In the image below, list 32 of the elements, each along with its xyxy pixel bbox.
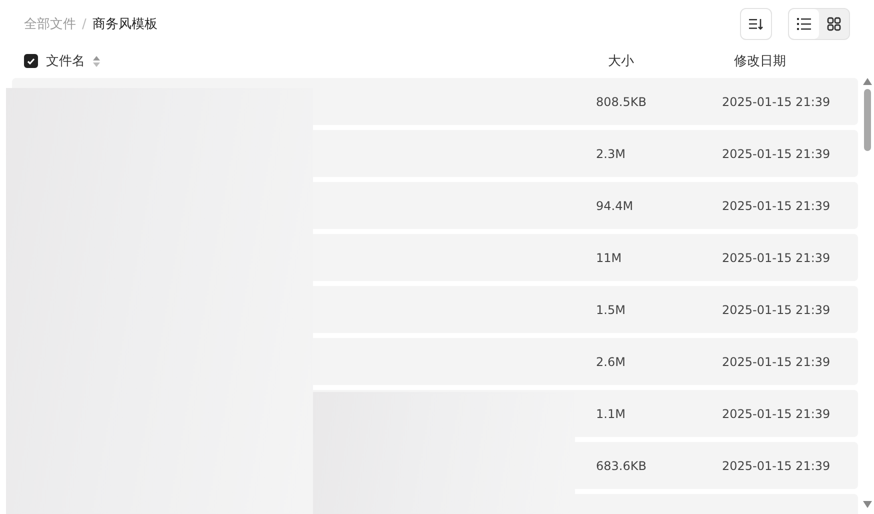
check-icon <box>27 58 35 64</box>
size-cell-text: 808.5KB <box>596 94 648 108</box>
date-cell-text: 2025-01-15 21:39 <box>722 354 832 368</box>
column-header: 修改日期 <box>734 53 787 70</box>
size-cell-text: 11M <box>596 250 623 264</box>
size-cell-text: 2.3M <box>596 146 626 160</box>
scroll-up-icon[interactable] <box>862 78 872 85</box>
scrollbar-thumb[interactable] <box>864 89 870 151</box>
date-cell-text: 2025-01-15 21:39 <box>722 406 832 420</box>
view-mode-button[interactable] <box>789 9 819 39</box>
grid-icon <box>827 17 841 31</box>
size-cell-text: 2.6M <box>596 354 626 368</box>
size-cell-text: 1.5M <box>596 302 626 316</box>
date-cell-text: 2025-01-15 21:39 <box>722 198 832 212</box>
breadcrumb-separator: / <box>82 16 86 32</box>
date-cell-text: 2025-01-15 21:39 <box>722 458 832 472</box>
size-cell-text: 1.1M <box>596 406 626 420</box>
scroll-down-icon[interactable] <box>862 501 872 508</box>
list-icon <box>797 18 811 30</box>
size-cell-text: 683.6KB <box>596 458 648 472</box>
date-cell-text: 2025-01-15 21:39 <box>722 94 832 108</box>
column-header[interactable]: 文件名 <box>46 52 85 70</box>
date-cell-text: 2025-01-15 21:39 <box>722 146 832 160</box>
column-header: 大小 <box>608 53 635 70</box>
sort-button[interactable] <box>740 8 772 40</box>
date-cell-text: 2025-01-15 21:39 <box>722 302 832 316</box>
select-all-checkbox[interactable] <box>24 54 38 68</box>
sort-arrows-icon[interactable] <box>93 56 100 66</box>
breadcrumb-link[interactable]: 商务风模板 <box>92 15 158 33</box>
sort-icon <box>749 18 763 30</box>
size-cell-text: 94.4M <box>596 198 634 212</box>
date-cell-text: 2025-01-15 21:39 <box>722 250 832 264</box>
